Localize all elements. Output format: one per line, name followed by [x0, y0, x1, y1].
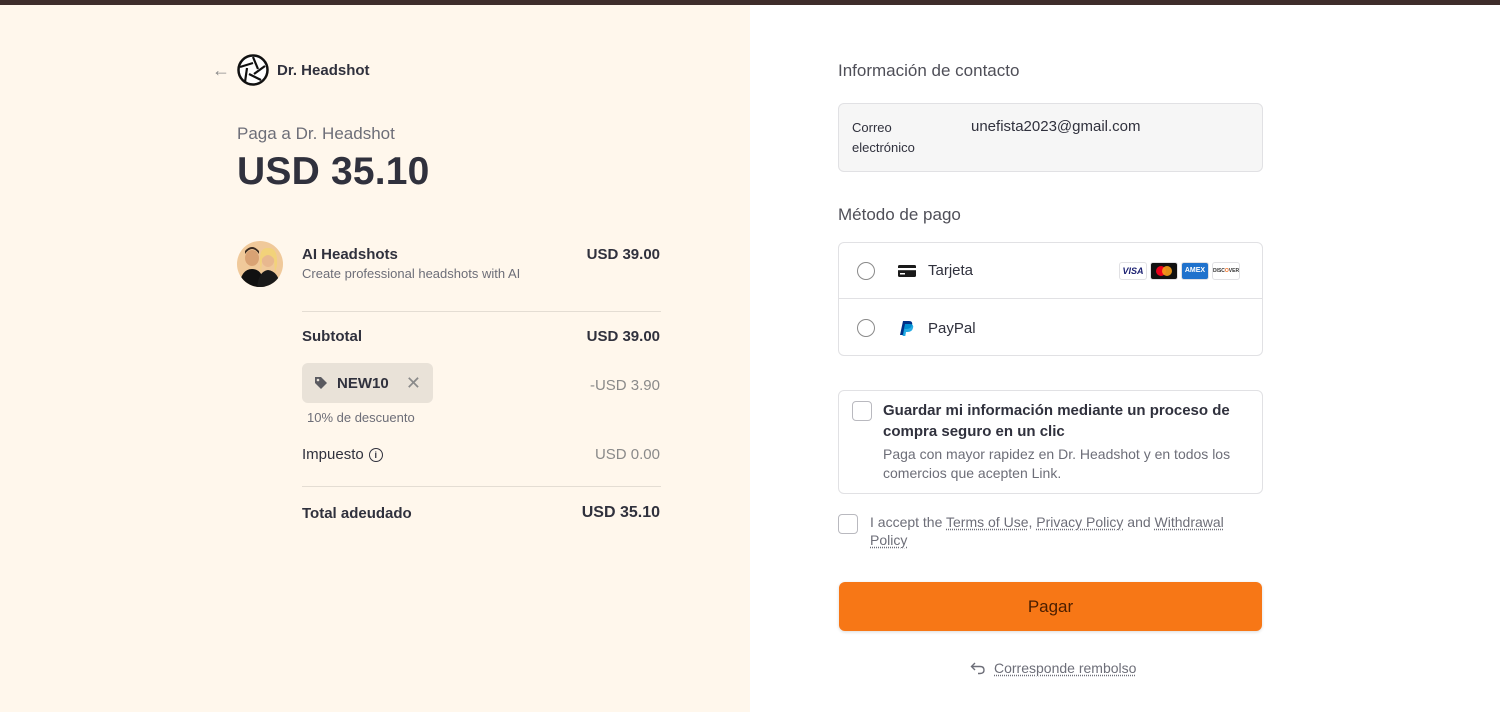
- save-info-box: Guardar mi información mediante un proce…: [838, 390, 1263, 494]
- pay-button[interactable]: Pagar: [839, 582, 1262, 631]
- discover-icon: DISC O VER: [1212, 261, 1240, 280]
- email-field[interactable]: Correo electrónico unefista2023@gmail.co…: [838, 103, 1263, 172]
- promo-discount-amount: -USD 3.90: [589, 377, 660, 394]
- payment-option-paypal[interactable]: PayPal: [839, 300, 1262, 356]
- divider: [302, 311, 661, 312]
- terms-separator: and: [1123, 514, 1155, 530]
- terms-checkbox[interactable]: [838, 514, 858, 534]
- promo-description: 10% de descuento: [307, 410, 415, 425]
- terms-of-use-link[interactable]: Terms of Use: [946, 514, 1028, 530]
- refund-link-text: Corresponde rembolso: [994, 660, 1137, 676]
- promo-code-chip: NEW10 ✕: [302, 363, 433, 403]
- brand-name: Dr. Headshot: [277, 62, 370, 79]
- item-description: Create professional headshots with AI: [302, 266, 521, 281]
- total-due-label: Total adeudado: [302, 505, 412, 522]
- contact-info-title: Información de contacto: [838, 61, 1020, 80]
- brand-logo-icon: [237, 54, 269, 86]
- item-name: AI Headshots: [302, 246, 398, 263]
- email-value: unefista2023@gmail.com: [971, 118, 1141, 135]
- paypal-icon: [900, 321, 914, 336]
- card-radio[interactable]: [857, 261, 875, 280]
- terms-text: I accept the Terms of Use, Privacy Polic…: [870, 513, 1250, 549]
- refund-link[interactable]: Corresponde rembolso: [970, 660, 1136, 676]
- payment-method-title: Método de pago: [838, 205, 961, 224]
- payment-method-group: Tarjeta VISA AMEX DISC O VER PayPal: [838, 242, 1263, 356]
- paypal-label: PayPal: [928, 319, 976, 337]
- undo-arrow-icon: [970, 662, 985, 675]
- remove-promo-close-icon[interactable]: ✕: [406, 374, 421, 392]
- card-icon: [898, 264, 916, 277]
- save-info-title: Guardar mi información mediante un proce…: [883, 402, 1230, 440]
- item-price: USD 39.00: [586, 246, 660, 263]
- email-label: Correo electrónico: [852, 120, 915, 155]
- order-summary-panel: [0, 5, 750, 712]
- payment-option-card[interactable]: Tarjeta VISA AMEX DISC O VER: [839, 243, 1262, 299]
- save-info-checkbox[interactable]: [852, 401, 872, 421]
- pay-to-label: Paga a Dr. Headshot: [237, 124, 395, 143]
- terms-prefix: I accept the: [870, 514, 947, 530]
- total-amount-heading: USD 35.10: [237, 150, 430, 193]
- divider: [302, 486, 661, 487]
- promo-code: NEW10: [337, 374, 389, 392]
- visa-icon: VISA: [1119, 261, 1147, 280]
- product-image: [237, 241, 283, 287]
- save-info-description: Paga con mayor rapidez en Dr. Headshot y…: [883, 446, 1231, 481]
- paypal-radio[interactable]: [857, 319, 875, 337]
- tax-value: USD 0.00: [594, 446, 660, 463]
- total-due-value: USD 35.10: [581, 504, 660, 521]
- info-icon[interactable]: i: [368, 447, 383, 462]
- subtotal-label: Subtotal: [302, 328, 362, 345]
- tax-label-text: Impuesto: [302, 446, 364, 463]
- back-arrow-icon[interactable]: ←: [212, 60, 232, 80]
- tag-icon: [315, 377, 327, 389]
- tax-label: Impuesto i: [302, 446, 383, 463]
- mastercard-icon: [1150, 261, 1178, 280]
- subtotal-value: USD 39.00: [586, 328, 660, 345]
- amex-icon: AMEX: [1181, 261, 1209, 280]
- card-brands: VISA AMEX DISC O VER: [1119, 261, 1240, 280]
- privacy-policy-link[interactable]: Privacy Policy: [1036, 514, 1123, 530]
- card-label: Tarjeta: [928, 262, 974, 279]
